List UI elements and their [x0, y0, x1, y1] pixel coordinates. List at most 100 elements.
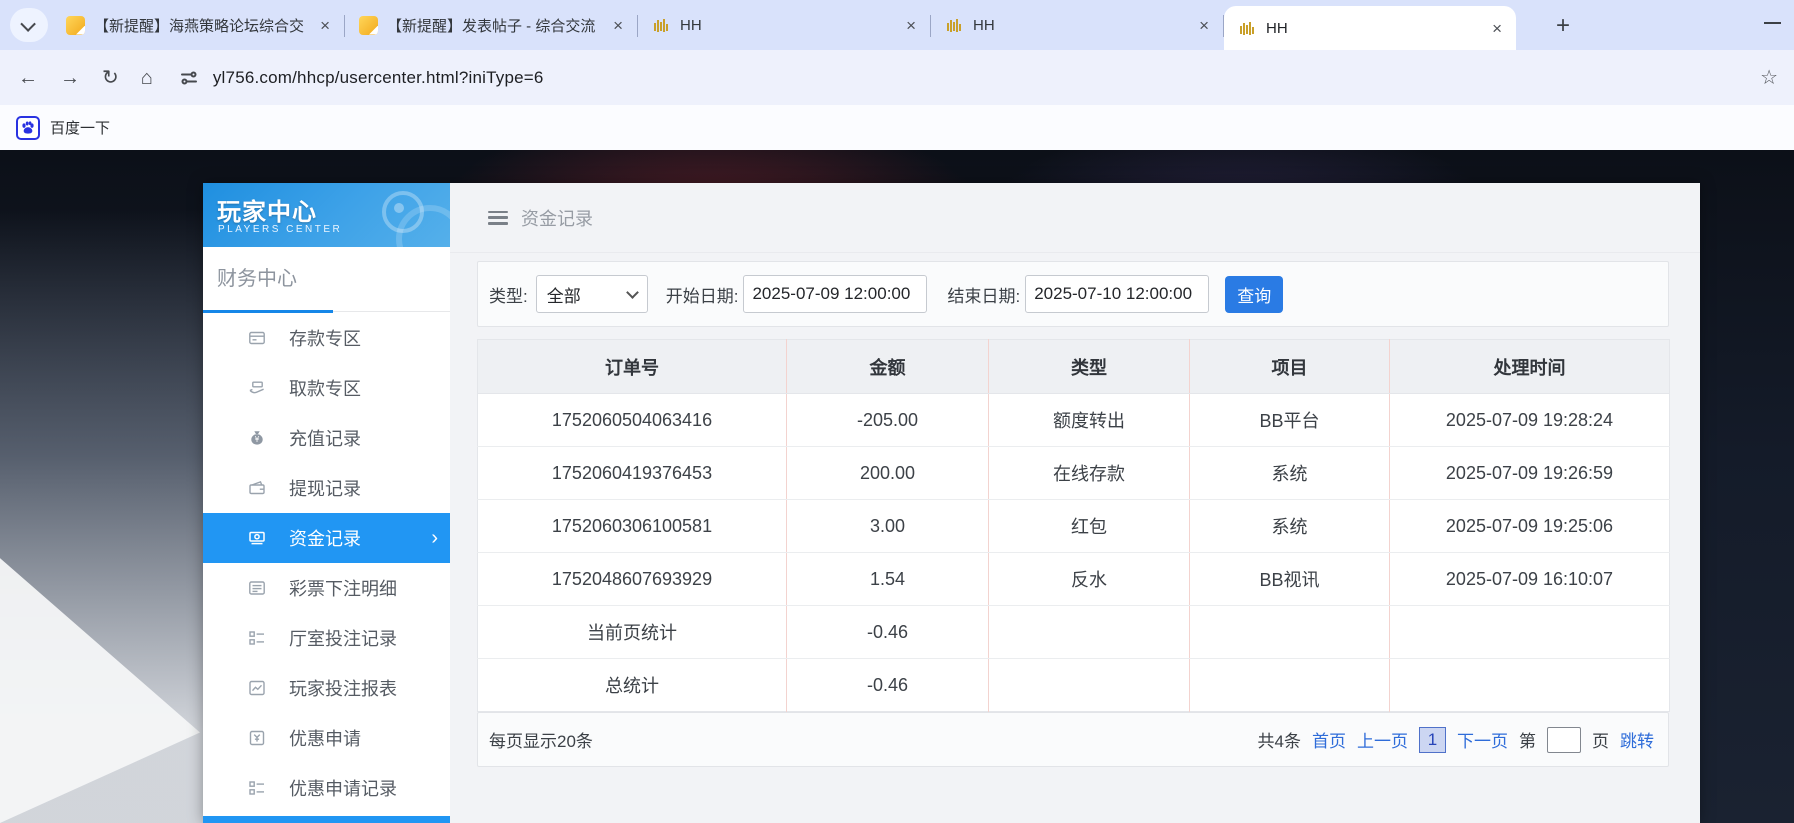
- sidebar-item-deposit-zone[interactable]: 存款专区: [203, 313, 450, 363]
- web-page: 玩家中心 PLAYERS CENTER 财务中心 存款专区: [0, 150, 1794, 823]
- pagination-controls: 共4条 首页 上一页 1 下一页 第 页 跳转: [1258, 727, 1654, 753]
- cell-project: 系统: [1190, 500, 1390, 553]
- sidebar-item-promo-apply-records[interactable]: 优惠申请记录: [203, 763, 450, 813]
- sidebar-item-player-bet-report[interactable]: 玩家投注报表: [203, 663, 450, 713]
- cell-empty: [1190, 606, 1390, 659]
- cell-type: 红包: [989, 500, 1190, 553]
- hh-favicon: [945, 16, 964, 35]
- bookmark-item[interactable]: 百度一下: [50, 117, 110, 138]
- table-row-page-total: 当前页统计 -0.46: [478, 606, 1670, 659]
- next-page-link[interactable]: 下一页: [1457, 727, 1508, 752]
- cell-amount: -205.00: [787, 394, 989, 447]
- per-page-label: 每页显示20条: [489, 727, 593, 752]
- menu-toggle-icon[interactable]: [488, 211, 508, 225]
- sidebar-item-lottery-bet-details[interactable]: 彩票下注明细: [203, 563, 450, 613]
- start-date-input[interactable]: [743, 275, 927, 313]
- sidebar-subtitle: PLAYERS CENTER: [218, 224, 342, 235]
- tab-title: HH: [973, 17, 1195, 34]
- tab-search-button[interactable]: [10, 8, 48, 42]
- tab-3[interactable]: HH ×: [638, 0, 930, 50]
- forward-button[interactable]: →: [60, 68, 80, 88]
- sidebar-item-hall-bet-records[interactable]: 厅室投注记录: [203, 613, 450, 663]
- tab-strip: 【新提醒】海燕策略论坛综合交 × 【新提醒】发表帖子 - 综合交流 × HH ×: [0, 0, 1794, 50]
- tab-close-icon[interactable]: ×: [609, 15, 627, 36]
- back-button[interactable]: ←: [18, 68, 38, 88]
- bookmarks-bar: 百度一下: [0, 105, 1794, 150]
- reload-button[interactable]: ↻: [102, 68, 119, 88]
- page-title: 资金记录: [521, 205, 593, 231]
- moneybag-icon: ¥: [247, 428, 267, 448]
- hh-favicon: [652, 16, 671, 35]
- prev-page-link[interactable]: 上一页: [1357, 727, 1408, 752]
- tab-title: 【新提醒】海燕策略论坛综合交: [94, 15, 316, 36]
- tab-close-icon[interactable]: ×: [1195, 15, 1213, 36]
- records-list-icon: [247, 778, 267, 798]
- sidebar-item-withdrawal-records[interactable]: 提现记录: [203, 463, 450, 513]
- cell-amount: 1.54: [787, 553, 989, 606]
- tabs-container: 【新提醒】海燕策略论坛综合交 × 【新提醒】发表帖子 - 综合交流 × HH ×: [52, 0, 1516, 50]
- sidebar-header: 玩家中心 PLAYERS CENTER: [203, 183, 450, 247]
- sidebar-item-fund-records[interactable]: 资金记录 ›: [203, 513, 450, 563]
- cell-empty: [1390, 606, 1670, 659]
- chevron-right-icon: ›: [431, 528, 438, 548]
- sidebar-item-recharge-records[interactable]: ¥ 充值记录: [203, 413, 450, 463]
- sidebar-item-promo-apply[interactable]: 优惠申请: [203, 713, 450, 763]
- cell-label: 总统计: [478, 659, 787, 712]
- minimize-button[interactable]: [1764, 22, 1781, 24]
- browser-toolbar: ← → ↻ ⌂ yl756.com/hhcp/usercenter.html?i…: [0, 50, 1794, 105]
- page-post-label: 页: [1592, 727, 1609, 752]
- wallet-icon: [247, 478, 267, 498]
- sidebar-menu: 存款专区 取款专区 ¥ 充值记录: [203, 313, 450, 813]
- tab-1[interactable]: 【新提醒】海燕策略论坛综合交 ×: [52, 0, 344, 50]
- home-button[interactable]: ⌂: [141, 68, 153, 88]
- tab-close-icon[interactable]: ×: [316, 15, 334, 36]
- cell-amount: -0.46: [787, 606, 989, 659]
- page-pre-label: 第: [1519, 727, 1536, 752]
- table-row: 1752060504063416 -205.00 额度转出 BB平台 2025-…: [478, 394, 1670, 447]
- table-row-grand-total: 总统计 -0.46: [478, 659, 1670, 712]
- url-field[interactable]: yl756.com/hhcp/usercenter.html?iniType=6: [213, 68, 544, 88]
- cell-empty: [1190, 659, 1390, 712]
- cell-process-time: 2025-07-09 19:26:59: [1390, 447, 1670, 500]
- cell-amount: -0.46: [787, 659, 989, 712]
- tab-close-icon[interactable]: ×: [1488, 18, 1506, 39]
- tab-2[interactable]: 【新提醒】发表帖子 - 综合交流 ×: [345, 0, 637, 50]
- funds-table: 订单号 金额 类型 项目 处理时间 1752060504063416 -205.…: [477, 339, 1670, 712]
- table-row: 1752048607693929 1.54 反水 BB视讯 2025-07-09…: [478, 553, 1670, 606]
- withdraw-hand-icon: [247, 378, 267, 398]
- tab-title: 【新提醒】发表帖子 - 综合交流: [387, 15, 609, 36]
- page-jump-input[interactable]: [1547, 727, 1581, 753]
- end-date-label: 结束日期:: [947, 282, 1020, 307]
- forum-favicon: [359, 16, 378, 35]
- tab-4[interactable]: HH ×: [931, 0, 1223, 50]
- bookmark-star-icon[interactable]: ☆: [1760, 65, 1778, 90]
- site-info-icon[interactable]: [179, 68, 199, 88]
- cell-empty: [989, 606, 1190, 659]
- current-page-badge[interactable]: 1: [1419, 727, 1446, 753]
- new-tab-button[interactable]: +: [1548, 11, 1578, 41]
- svg-text:¥: ¥: [255, 435, 260, 444]
- first-page-link[interactable]: 首页: [1312, 727, 1346, 752]
- tab-5-active[interactable]: HH ×: [1224, 6, 1516, 50]
- start-date-label: 开始日期:: [666, 282, 739, 307]
- sidebar-section: 财务中心: [203, 247, 450, 313]
- browser-chrome: 【新提醒】海燕策略论坛综合交 × 【新提醒】发表帖子 - 综合交流 × HH ×: [0, 0, 1794, 150]
- query-button[interactable]: 查询: [1225, 276, 1283, 313]
- sidebar-next-section-strip: [203, 816, 450, 823]
- col-project: 项目: [1190, 340, 1390, 394]
- sidebar-item-withdraw-zone[interactable]: 取款专区: [203, 363, 450, 413]
- chevron-down-icon: [20, 16, 36, 32]
- cell-empty: [1390, 659, 1670, 712]
- funds-icon: [247, 528, 267, 548]
- forum-favicon: [66, 16, 85, 35]
- tab-close-icon[interactable]: ×: [902, 15, 920, 36]
- jump-link[interactable]: 跳转: [1620, 727, 1654, 752]
- filter-bar: 类型: 全部 开始日期: 结束日期: 查询: [477, 261, 1669, 327]
- type-label: 类型:: [489, 282, 528, 307]
- baidu-favicon: [16, 116, 40, 140]
- col-process-time: 处理时间: [1390, 340, 1670, 394]
- type-select[interactable]: 全部: [536, 275, 648, 313]
- report-chart-icon: [247, 678, 267, 698]
- cell-process-time: 2025-07-09 19:25:06: [1390, 500, 1670, 553]
- end-date-input[interactable]: [1025, 275, 1209, 313]
